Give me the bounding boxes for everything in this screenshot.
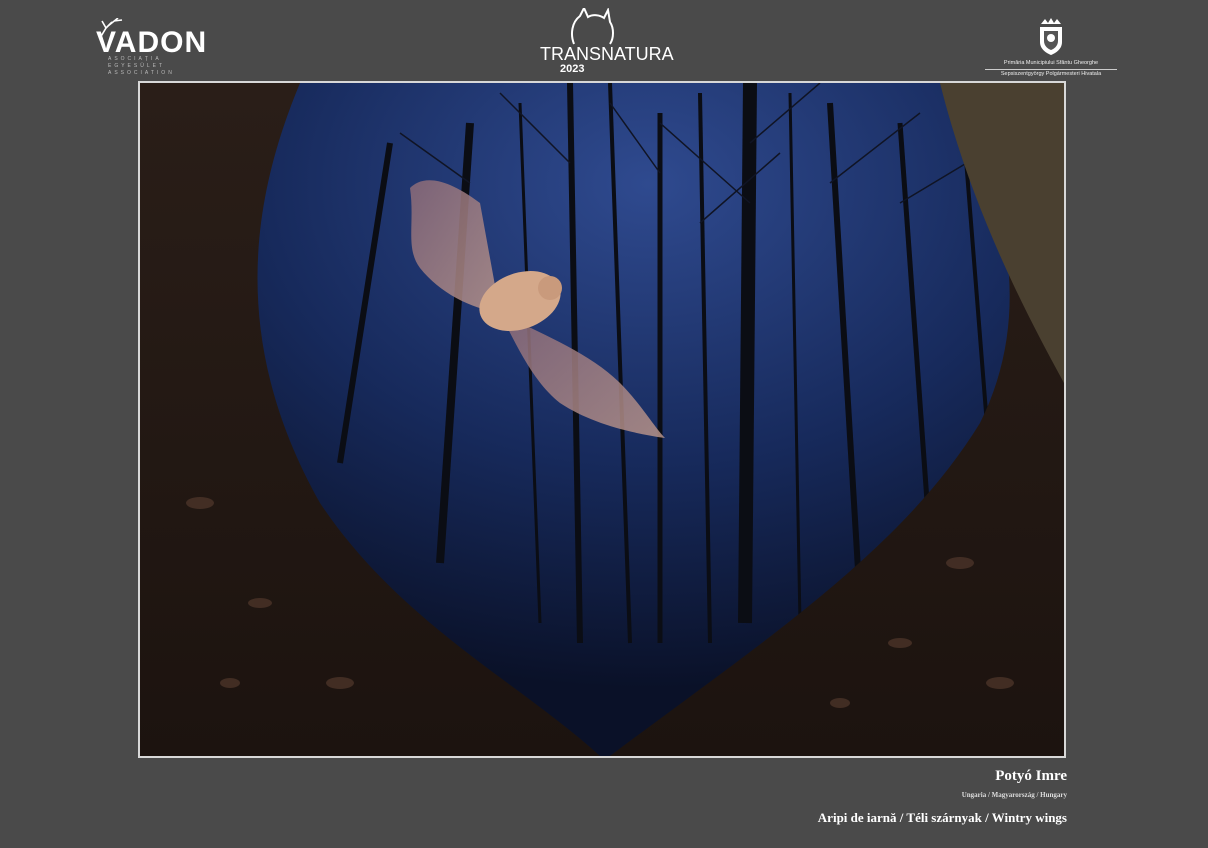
transnatura-year: 2023	[560, 63, 585, 75]
transnatura-logo: TRANSNATURA 2023	[538, 8, 674, 80]
vadon-logo: VADON ASOCIAȚIA EGYESÜLET ASSOCIATION	[94, 18, 209, 78]
transnatura-logo-text: TRANSNATURA	[540, 44, 674, 64]
bat-photo-image	[140, 83, 1064, 756]
lynx-icon	[571, 8, 614, 45]
primaria-name-hu: Sepsiszentgyörgy Polgármesteri Hivatala	[985, 69, 1117, 77]
antler-icon	[99, 18, 123, 39]
primaria-name-ro: Primăria Municipiului Sfântu Gheorghe	[1003, 60, 1099, 66]
photographer-country: Ungaria / Magyarország / Hungary	[961, 791, 1067, 799]
photographer-name: Potyó Imre	[995, 768, 1067, 784]
primaria-logo: Primăria Municipiului Sfântu Gheorghe Se…	[985, 18, 1117, 80]
vadon-sub-1: ASOCIAȚIA	[108, 56, 162, 62]
photo-title: Aripi de iarnă / Téli szárnyak / Wintry …	[817, 810, 1067, 825]
vadon-sub-3: ASSOCIATION	[108, 70, 175, 76]
vadon-sub-2: EGYESÜLET	[108, 63, 166, 69]
coat-of-arms-icon	[1040, 18, 1062, 55]
photograph	[138, 81, 1066, 758]
